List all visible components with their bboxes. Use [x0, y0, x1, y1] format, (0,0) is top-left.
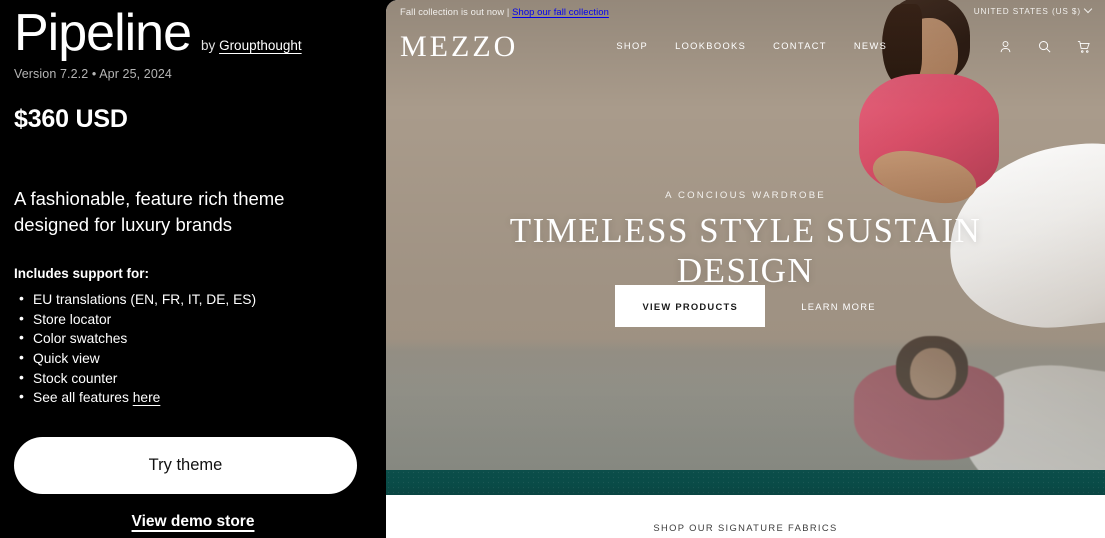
theme-version: Version 7.2.2 • Apr 25, 2024	[14, 66, 172, 81]
list-item: EU translations (EN, FR, IT, DE, ES)	[14, 289, 372, 310]
locale-label: UNITED STATES (US $)	[973, 6, 1081, 16]
signature-fabrics-section: SHOP OUR SIGNATURE FABRICS	[386, 495, 1105, 538]
hero-copy: A CONCIOUS WARDROBE TIMELESS STYLE SUSTA…	[386, 190, 1105, 291]
locale-selector[interactable]: UNITED STATES (US $)	[973, 4, 1093, 16]
feature-text: Store locator	[33, 311, 112, 327]
nav-link-lookbooks[interactable]: LOOKBOOKS	[675, 41, 746, 51]
view-products-button[interactable]: VIEW PRODUCTS	[615, 285, 766, 327]
nav-link-shop[interactable]: SHOP	[616, 41, 648, 51]
nav-link-news[interactable]: NEWS	[854, 41, 887, 51]
announcement-text: Fall collection is out now | Shop our fa…	[400, 6, 609, 17]
theme-tagline: A fashionable, feature rich theme design…	[14, 187, 285, 235]
theme-info-panel: Pipeline by Groupthought Version 7.2.2 •…	[0, 0, 386, 538]
feature-text: See all features	[33, 390, 133, 406]
hero-heading-line-1: TIMELESS STYLE SUSTAIN	[509, 211, 982, 250]
list-item: Quick view	[14, 348, 372, 369]
announcement-bar: Fall collection is out now | Shop our fa…	[386, 0, 1105, 22]
theme-preview-panel[interactable]: Fall collection is out now | Shop our fa…	[386, 0, 1105, 538]
by-label: by	[201, 38, 216, 53]
theme-price: $360 USD	[14, 104, 128, 133]
desktop-preview-hero: Fall collection is out now | Shop our fa…	[386, 0, 1105, 495]
page-title: Pipeline	[14, 4, 192, 62]
header-icons	[998, 39, 1091, 54]
try-theme-button[interactable]: Try theme	[14, 436, 357, 494]
feature-text: Quick view	[33, 350, 100, 366]
theme-detail-page: Pipeline by Groupthought Version 7.2.2 •…	[0, 0, 1105, 538]
list-item: Stock counter	[14, 368, 372, 389]
theme-byline: by Groupthought	[201, 38, 302, 53]
announcement-message: Fall collection is out now |	[400, 5, 513, 17]
site-logo[interactable]: MEZZO	[400, 32, 518, 62]
feature-text: Stock counter	[33, 370, 118, 386]
list-item: Color swatches	[14, 328, 372, 349]
includes-label: Includes support for:	[14, 266, 149, 282]
cart-icon[interactable]	[1076, 39, 1091, 54]
main-nav: SHOP LOOKBOOKS CONTACT NEWS	[616, 41, 887, 51]
view-demo-store-link[interactable]: View demo store	[14, 513, 372, 531]
announcement-link[interactable]: Shop our fall collection	[512, 6, 609, 17]
list-item: See all features here	[14, 387, 372, 408]
vendor-link[interactable]: Groupthought	[219, 38, 302, 53]
see-all-features-link[interactable]: here	[133, 390, 161, 405]
site-header: MEZZO SHOP LOOKBOOKS CONTACT NEWS	[386, 26, 1105, 66]
chevron-down-icon	[1083, 4, 1093, 14]
account-icon[interactable]	[998, 39, 1013, 54]
title-row: Pipeline by Groupthought	[14, 0, 372, 61]
feature-text: EU translations (EN, FR, IT, DE, ES)	[33, 292, 257, 308]
learn-more-button[interactable]: LEARN MORE	[801, 301, 876, 312]
feature-list: EU translations (EN, FR, IT, DE, ES) Sto…	[14, 289, 372, 408]
nav-link-contact[interactable]: CONTACT	[773, 41, 827, 51]
search-icon[interactable]	[1037, 39, 1052, 54]
list-item: Store locator	[14, 309, 372, 330]
section-heading: SHOP OUR SIGNATURE FABRICS	[653, 522, 838, 533]
hero-cta-group: VIEW PRODUCTS LEARN MORE	[386, 285, 1105, 327]
feature-text: Color swatches	[33, 331, 128, 347]
hero-heading: TIMELESS STYLE SUSTAIN DESIGN	[386, 211, 1105, 291]
hero-eyebrow: A CONCIOUS WARDROBE	[665, 190, 826, 201]
